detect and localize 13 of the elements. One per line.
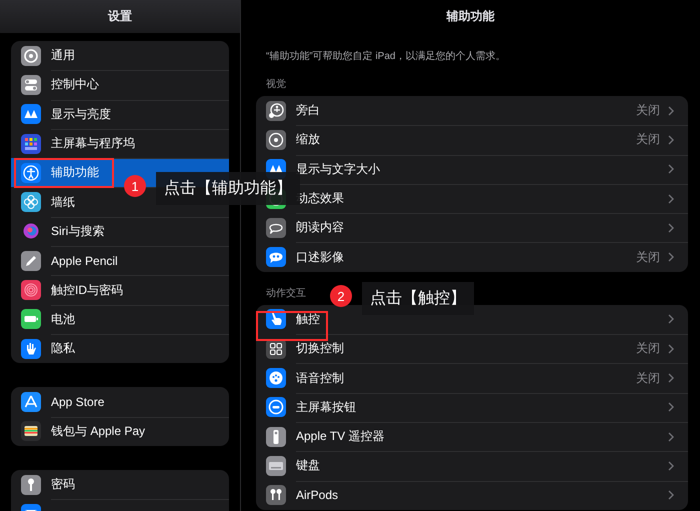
status-value: 关闭 <box>636 131 660 148</box>
status-value: 关闭 <box>636 370 660 387</box>
section-header: 动作交互 <box>266 286 306 300</box>
status-value: 关闭 <box>636 248 660 266</box>
status-value: 关闭 <box>636 340 660 358</box>
section-header: 视觉 <box>266 78 286 91</box>
step-badge: 2 <box>330 285 352 307</box>
step-tooltip: 点击【辅助功能】 <box>156 172 300 205</box>
description-text: “辅助功能”可帮助您自定 iPad，以满足您的个人需求。 <box>266 50 506 63</box>
sidebar-title: 设置 <box>108 8 132 25</box>
page-title: 辅助功能 <box>446 8 494 25</box>
step-tooltip: 点击【触控】 <box>362 282 474 315</box>
status-value: 关闭 <box>636 102 660 120</box>
